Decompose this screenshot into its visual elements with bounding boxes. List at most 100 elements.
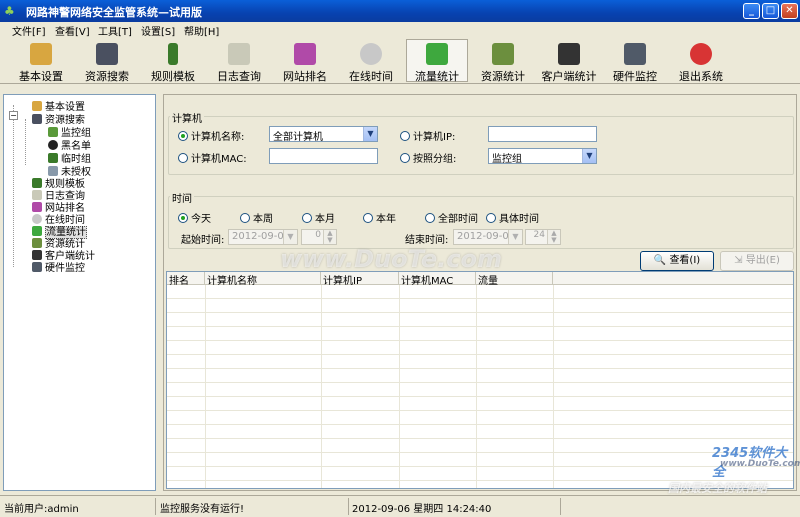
start-hour-spinner[interactable]: 0 ▲ ▼: [301, 229, 337, 245]
start-date-picker[interactable]: 2012-09-06 ▼: [228, 229, 298, 245]
radio-label: 本年: [376, 214, 396, 225]
tree-item-online-time[interactable]: 在线时间: [32, 211, 85, 226]
col-traffic[interactable]: 流量: [476, 272, 553, 287]
computer-name-select[interactable]: 全部计算机 ▼: [269, 126, 378, 143]
spinner-arrows-icon: ▲ ▼: [323, 230, 336, 244]
view-button[interactable]: 🔍 查看(I): [640, 251, 714, 271]
group-select[interactable]: 监控组 ▼: [488, 148, 597, 165]
toolbar-rule-template[interactable]: 规则模板: [142, 39, 204, 83]
radio-today[interactable]: 今天: [178, 210, 211, 225]
tree-item-traffic-stats[interactable]: 流量统计: [32, 223, 87, 239]
table-row: [167, 412, 793, 425]
toolbar-label: 资源统计: [481, 70, 525, 83]
tree-item-basic-settings[interactable]: 基本设置: [32, 98, 85, 113]
tree-item-client-stats[interactable]: 客户端统计: [32, 247, 95, 262]
tree-item-blacklist[interactable]: 黑名单: [48, 137, 91, 152]
toolbar-label: 硬件监控: [613, 70, 657, 83]
end-date-picker[interactable]: 2012-09-06 ▼: [453, 229, 523, 245]
toolbar-log-query[interactable]: 日志查询: [208, 39, 270, 83]
table-row: [167, 314, 793, 327]
toolbar-online-time[interactable]: 在线时间: [340, 39, 402, 83]
export-button[interactable]: ⇲ 导出(E): [720, 251, 794, 271]
table-row: [167, 426, 793, 439]
toolbar-label: 网站排名: [283, 70, 327, 83]
menu-help[interactable]: 帮助[H]: [184, 23, 219, 38]
chevron-down-icon: ▼: [508, 230, 522, 244]
button-label: 查看(I): [669, 255, 701, 266]
table-row: [167, 398, 793, 411]
radio-this-week[interactable]: 本周: [240, 210, 273, 225]
radio-label: 本周: [253, 214, 273, 225]
tree-item-hardware-monitor[interactable]: 硬件监控: [32, 259, 85, 274]
toolbar-label: 规则模板: [151, 70, 195, 83]
computer-ip-field[interactable]: [488, 126, 597, 142]
toolbar-resource-search[interactable]: 资源搜索: [76, 39, 138, 83]
toolbar-client-stats[interactable]: 客户端统计: [538, 39, 600, 83]
radio-all-time[interactable]: 全部时间: [425, 210, 478, 225]
radio-dot: [486, 213, 496, 223]
menu-tools[interactable]: 工具[T]: [98, 23, 132, 38]
toolbar-resource-stats[interactable]: 资源统计: [472, 39, 534, 83]
tree-item-log-query[interactable]: 日志查询: [32, 187, 85, 202]
menu-file[interactable]: 文件[F]: [12, 23, 46, 38]
radio-label: 计算机名称:: [191, 132, 245, 143]
tree-item-resource-stats[interactable]: 资源统计: [32, 235, 85, 250]
radio-computer-ip[interactable]: 计算机IP:: [400, 128, 455, 143]
col-rank[interactable]: 排名: [167, 272, 205, 287]
toolbar-basic-settings[interactable]: 基本设置: [10, 39, 72, 83]
status-service: 监控服务没有运行!: [160, 504, 245, 515]
radio-this-month[interactable]: 本月: [302, 210, 335, 225]
radio-this-year[interactable]: 本年: [363, 210, 396, 225]
close-button[interactable]: ✕: [781, 3, 798, 19]
watermark-center: www.DuoTe.com: [280, 245, 502, 273]
power-icon: [690, 43, 712, 65]
toolbar-hardware-monitor[interactable]: 硬件监控: [604, 39, 666, 83]
start-time-label: 起始时间:: [181, 235, 225, 246]
col-computer-name[interactable]: 计算机名称: [205, 272, 321, 287]
nav-tree: − 基本设置 资源搜索 监控组 黑名单 临时组 未授权 规则模板 日志查询 网站…: [3, 94, 156, 491]
button-label: 导出(E): [745, 255, 780, 266]
monitor-icon: [96, 43, 118, 65]
col-computer-mac[interactable]: 计算机MAC: [399, 272, 476, 287]
radio-specific-time[interactable]: 具体时间: [486, 210, 539, 225]
table-header: 排名 计算机名称 计算机IP 计算机MAC 流量: [167, 272, 793, 287]
status-current-user: 当前用户:admin: [4, 504, 79, 515]
tree-item-unauthorized[interactable]: 未授权: [48, 163, 91, 178]
tree-item-site-ranking[interactable]: 网站排名: [32, 199, 85, 214]
toolbar-traffic-stats[interactable]: 流量统计: [406, 39, 468, 83]
tree-item-rule-template[interactable]: 规则模板: [32, 175, 85, 190]
radio-dot-selected: [178, 131, 188, 141]
tree-connector: [13, 105, 14, 267]
tree-item-resource-search[interactable]: 资源搜索: [32, 111, 85, 126]
radio-label: 今天: [191, 214, 211, 225]
notepad-icon: [228, 43, 250, 65]
collapse-toggle[interactable]: −: [9, 111, 18, 120]
col-computer-ip[interactable]: 计算机IP: [321, 272, 399, 287]
menu-settings[interactable]: 设置[S]: [141, 23, 175, 38]
maximize-button[interactable]: □: [762, 3, 779, 19]
table-row: [167, 342, 793, 355]
toolbar-exit[interactable]: 退出系统: [670, 39, 732, 83]
select-value: 监控组: [492, 154, 522, 165]
toolbar: 基本设置 资源搜索 规则模板 日志查询 网站排名 在线时间 流量统计 资源统计 …: [0, 38, 800, 84]
tree-item-monitor-group[interactable]: 监控组: [48, 124, 91, 139]
computer-groupbox: [168, 116, 794, 175]
radio-computer-name[interactable]: 计算机名称:: [178, 128, 244, 143]
computer-mac-field[interactable]: [269, 148, 378, 164]
radio-by-group[interactable]: 按照分组:: [400, 150, 456, 165]
radio-computer-mac[interactable]: 计算机MAC:: [178, 150, 247, 165]
radio-label: 全部时间: [438, 214, 478, 225]
tree-item-temp-group[interactable]: 临时组: [48, 150, 91, 165]
toolbar-label: 基本设置: [19, 70, 63, 83]
export-icon: ⇲: [734, 255, 743, 266]
end-hour-spinner[interactable]: 24 ▲ ▼: [525, 229, 561, 245]
toolbar-site-ranking[interactable]: 网站排名: [274, 39, 336, 83]
traffic-light-icon: [168, 43, 178, 65]
server-icon: [624, 43, 646, 65]
menu-view[interactable]: 查看[V]: [55, 23, 90, 38]
table-row: [167, 300, 793, 313]
laptop-icon: [558, 43, 580, 65]
status-divider: [560, 498, 561, 515]
minimize-button[interactable]: _: [743, 3, 760, 19]
radio-dot: [400, 153, 410, 163]
